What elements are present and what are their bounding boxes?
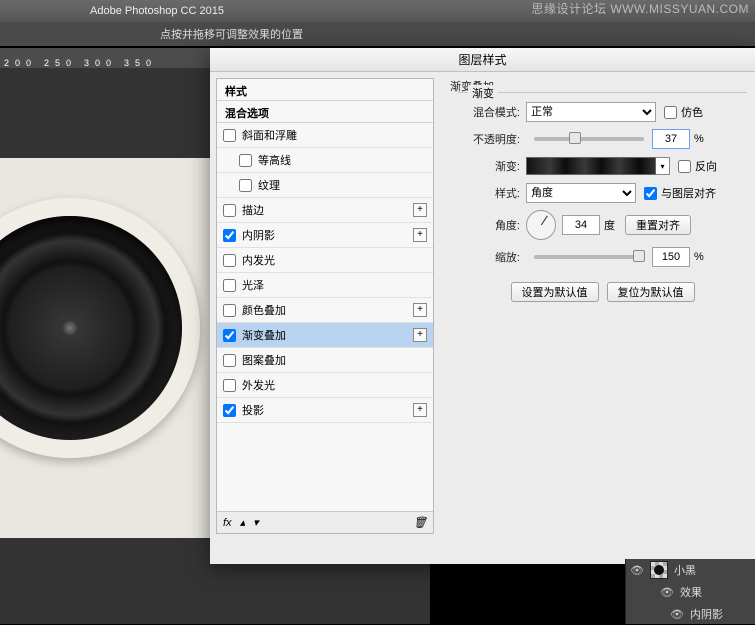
contour-checkbox[interactable] [239,154,252,167]
scale-label: 缩放: [458,249,520,265]
align-checkbox[interactable] [644,187,657,200]
watermark-text: 思缘设计论坛 WWW.MISSYUAN.COM [532,0,750,17]
style-satin[interactable]: 光泽 [217,273,433,298]
style-bevel[interactable]: 斜面和浮雕 [217,123,433,148]
color-overlay-checkbox[interactable] [223,304,236,317]
arrow-up-icon[interactable]: ▴ [240,516,246,529]
add-color-overlay-icon[interactable]: + [413,303,427,317]
layer-fx-sub-row[interactable]: 👁 内阴影 [626,603,755,625]
add-drop-shadow-icon[interactable]: + [413,403,427,417]
set-default-button[interactable]: 设置为默认值 [511,282,599,302]
layer-fx-label: 效果 [680,584,702,600]
opacity-unit: % [694,133,704,145]
tool-options-bar: 点按并拖移可调整效果的位置 [0,22,755,46]
stroke-checkbox[interactable] [223,204,236,217]
styles-footer: fx ▴ ▾ 🗑 [217,511,433,533]
scale-input[interactable] [652,247,690,267]
gradient-style-select[interactable]: 角度 [526,183,636,203]
style-drop-shadow[interactable]: 投影+ [217,398,433,423]
style-gradient-overlay[interactable]: 渐变叠加+ [217,323,433,348]
style-label: 样式: [458,185,520,201]
layer-thumbnail[interactable] [650,561,668,579]
speaker-cone [0,216,182,440]
angle-label: 角度: [458,217,520,233]
dither-checkbox[interactable] [664,106,677,119]
gradient-label: 渐变: [458,158,520,174]
angle-dial[interactable] [526,210,556,240]
dialog-title: 图层样式 [210,48,755,72]
dither-label: 仿色 [681,104,703,120]
artwork-speaker [0,198,200,458]
visibility-eye-icon[interactable]: 👁 [630,564,644,577]
gradient-group: 渐变 混合模式: 正常 仿色 不透明度: % 渐变: ▾ 反向 样式: 角度 与… [458,92,747,322]
outer-glow-checkbox[interactable] [223,379,236,392]
style-inner-shadow[interactable]: 内阴影+ [217,223,433,248]
style-color-overlay[interactable]: 颜色叠加+ [217,298,433,323]
layers-panel: 👁 小黑 👁 效果 👁 内阴影 [625,559,755,624]
layer-style-dialog: 图层样式 样式 混合选项 斜面和浮雕 等高线 纹理 描边+ 内阴影+ 内发光 光… [210,48,755,564]
angle-input[interactable] [562,215,600,235]
layer-row[interactable]: 👁 小黑 [626,559,755,581]
inner-shadow-checkbox[interactable] [223,229,236,242]
reverse-label: 反向 [695,158,717,174]
visibility-eye-icon[interactable]: 👁 [670,608,684,621]
layer-name: 小黑 [674,562,696,578]
angle-unit: 度 [604,217,615,233]
canvas[interactable] [0,158,220,538]
style-inner-glow[interactable]: 内发光 [217,248,433,273]
style-outer-glow[interactable]: 外发光 [217,373,433,398]
add-inner-shadow-icon[interactable]: + [413,228,427,242]
tool-hint-text: 点按并拖移可调整效果的位置 [160,26,303,42]
style-pattern-overlay[interactable]: 图案叠加 [217,348,433,373]
speaker-center [63,321,77,335]
scale-unit: % [694,251,704,263]
reset-default-button[interactable]: 复位为默认值 [607,282,695,302]
opacity-slider[interactable] [534,137,644,141]
opacity-label: 不透明度: [458,131,520,147]
pattern-overlay-checkbox[interactable] [223,354,236,367]
styles-header[interactable]: 样式 [217,79,433,101]
bevel-checkbox[interactable] [223,129,236,142]
scale-slider[interactable] [534,255,644,259]
align-label: 与图层对齐 [661,185,716,201]
style-contour[interactable]: 等高线 [217,148,433,173]
fx-menu-icon[interactable]: fx [223,517,232,529]
texture-checkbox[interactable] [239,179,252,192]
add-stroke-icon[interactable]: + [413,203,427,217]
layer-fx-row[interactable]: 👁 效果 [626,581,755,603]
reset-align-button[interactable]: 重置对齐 [625,215,691,235]
opacity-input[interactable] [652,129,690,149]
gradient-swatch[interactable] [526,157,656,175]
reverse-checkbox[interactable] [678,160,691,173]
visibility-eye-icon[interactable]: 👁 [660,586,674,599]
blending-options-header[interactable]: 混合选项 [217,101,433,123]
blend-mode-label: 混合模式: [458,104,520,120]
gradient-overlay-checkbox[interactable] [223,329,236,342]
add-gradient-overlay-icon[interactable]: + [413,328,427,342]
arrow-down-icon[interactable]: ▾ [253,516,259,529]
styles-list: 样式 混合选项 斜面和浮雕 等高线 纹理 描边+ 内阴影+ 内发光 光泽 颜色叠… [216,78,434,534]
group-title: 渐变 [468,85,498,101]
layer-fx-sub-label: 内阴影 [690,606,723,622]
inner-glow-checkbox[interactable] [223,254,236,267]
app-title: Adobe Photoshop CC 2015 [90,5,224,17]
drop-shadow-checkbox[interactable] [223,404,236,417]
gradient-dropdown-icon[interactable]: ▾ [656,157,670,175]
style-texture[interactable]: 纹理 [217,173,433,198]
trash-icon[interactable]: 🗑 [413,516,427,529]
style-stroke[interactable]: 描边+ [217,198,433,223]
satin-checkbox[interactable] [223,279,236,292]
blend-mode-select[interactable]: 正常 [526,102,656,122]
